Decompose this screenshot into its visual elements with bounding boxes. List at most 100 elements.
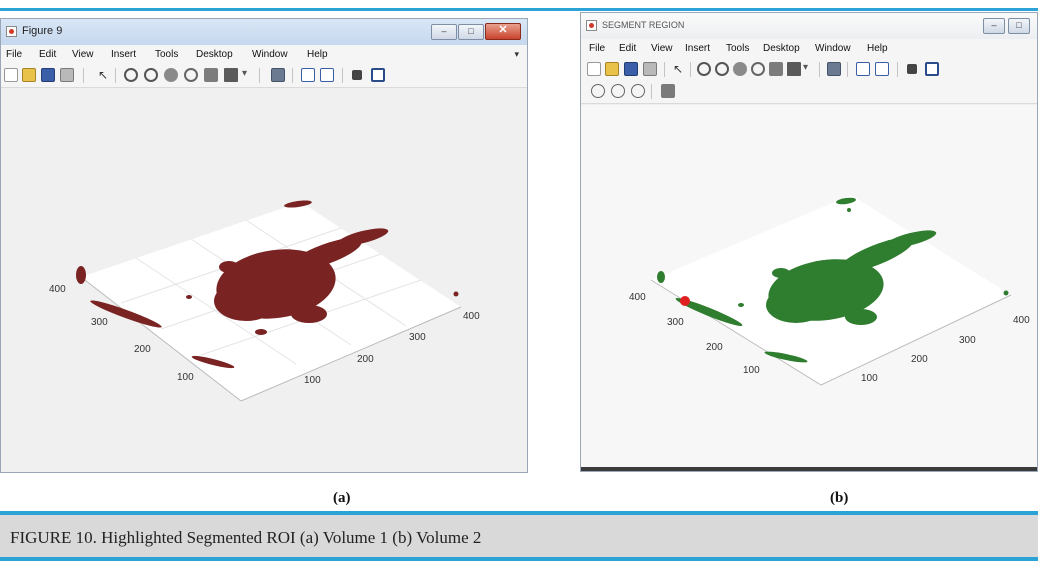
colorbar-icon[interactable] [856,62,870,76]
pan-icon[interactable] [164,68,178,82]
tick-label: 100 [177,372,194,383]
tick-label: 400 [463,311,480,322]
menu-chevron-icon[interactable]: ▾ [514,49,519,60]
plot-axes-a[interactable]: 400 300 200 100 400 300 200 100 [1,89,528,473]
menu-view[interactable]: View [651,43,673,54]
toolbar-separator [115,68,116,83]
toolbar-separator [651,84,652,99]
rotate-3d-icon[interactable] [751,62,765,76]
figure-toolbar: ↖ ▾ [581,59,1037,81]
legend-icon[interactable] [875,62,889,76]
menu-edit[interactable]: Edit [39,49,56,60]
menu-edit[interactable]: Edit [619,43,636,54]
save-icon[interactable] [624,62,638,76]
new-figure-icon[interactable] [4,68,18,82]
tick-label: 100 [861,373,878,384]
toolbar-separator [83,68,84,83]
save-icon[interactable] [41,68,55,82]
matlab-figure-icon [586,20,597,31]
orbit-camera-icon[interactable] [591,84,605,98]
window-title: SEGMENT REGION [602,20,685,30]
show-plot-tools-icon[interactable] [925,62,939,76]
orbit-light-icon[interactable] [611,84,625,98]
legend-icon[interactable] [320,68,334,82]
toolbar-separator [259,68,260,83]
maximize-button[interactable]: □ [458,24,484,40]
open-file-icon[interactable] [605,62,619,76]
link-plot-icon[interactable] [827,62,841,76]
toolbar-separator [664,62,665,77]
tick-label: 100 [304,375,321,386]
menu-file[interactable]: File [589,43,605,54]
tick-label: 200 [706,342,723,353]
tick-label: 400 [49,284,66,295]
pointer-icon[interactable]: ↖ [96,68,110,82]
minimize-button[interactable]: – [983,18,1005,34]
toolbar-separator [847,62,848,77]
menu-view[interactable]: View [72,49,94,60]
pan-camera-icon[interactable] [631,84,645,98]
tick-label: 300 [667,317,684,328]
selected-seed-point-marker[interactable] [680,296,690,306]
toolbar-separator [292,68,293,83]
menu-insert[interactable]: Insert [111,49,136,60]
brush-dropdown-icon[interactable]: ▾ [242,68,256,82]
menu-desktop[interactable]: Desktop [196,49,233,60]
pan-icon[interactable] [733,62,747,76]
zoom-out-icon[interactable] [715,62,729,76]
minimize-button[interactable]: – [431,24,457,40]
rotate-3d-icon[interactable] [184,68,198,82]
hide-plot-tools-icon[interactable] [352,70,362,80]
zoom-in-icon[interactable] [124,68,138,82]
print-icon[interactable] [643,62,657,76]
menu-tools[interactable]: Tools [726,43,749,54]
hide-plot-tools-icon[interactable] [907,64,917,74]
open-file-icon[interactable] [22,68,36,82]
top-accent-rule [0,8,1038,11]
brush-dropdown-icon[interactable]: ▾ [803,62,817,76]
zoom-out-icon[interactable] [144,68,158,82]
plot-axes-b[interactable]: 400 300 200 100 400 300 200 100 [581,105,1038,472]
menu-help[interactable]: Help [867,43,888,54]
tick-label: 200 [134,344,151,355]
brush-icon[interactable] [224,68,238,82]
title-bar[interactable]: SEGMENT REGION – □ [581,13,1037,40]
close-button[interactable]: ✕ [485,23,521,40]
matlab-figure-icon [6,26,17,37]
title-bar[interactable]: Figure 9 – □ ✕ [1,19,527,46]
tick-label: 300 [91,317,108,328]
menu-help[interactable]: Help [307,49,328,60]
zoom-in-icon[interactable] [697,62,711,76]
link-plot-icon[interactable] [271,68,285,82]
subfigure-label-a: (a) [333,490,351,506]
tick-label: 200 [357,354,374,365]
maximize-button[interactable]: □ [1008,18,1030,34]
status-bar [581,467,1037,471]
data-cursor-icon[interactable] [769,62,783,76]
pointer-icon[interactable]: ↖ [671,62,685,76]
data-cursor-icon[interactable] [204,68,218,82]
menu-file[interactable]: File [6,49,22,60]
figure-canvas: 400 300 200 100 400 300 200 100 [1,89,527,472]
walk-camera-icon[interactable] [661,84,675,98]
tick-label: 200 [911,354,928,365]
menu-window[interactable]: Window [815,43,851,54]
figure-caption-box: FIGURE 10. Highlighted Segmented ROI (a)… [0,511,1038,561]
print-icon[interactable] [60,68,74,82]
menu-insert[interactable]: Insert [685,43,710,54]
toolbar-separator [342,68,343,83]
tick-label: 300 [959,335,976,346]
colorbar-icon[interactable] [301,68,315,82]
menu-tools[interactable]: Tools [155,49,178,60]
new-figure-icon[interactable] [587,62,601,76]
figure-window-a: Figure 9 – □ ✕ File Edit View Insert Too… [0,18,528,473]
menu-window[interactable]: Window [252,49,288,60]
tick-label: 100 [743,365,760,376]
figure-canvas: 400 300 200 100 400 300 200 100 [581,105,1037,471]
subfigure-label-b: (b) [830,490,849,506]
show-plot-tools-icon[interactable] [371,68,385,82]
menu-desktop[interactable]: Desktop [763,43,800,54]
figure-toolbar: ↖ ▾ [1,65,527,88]
toolbar-separator [819,62,820,77]
brush-icon[interactable] [787,62,801,76]
